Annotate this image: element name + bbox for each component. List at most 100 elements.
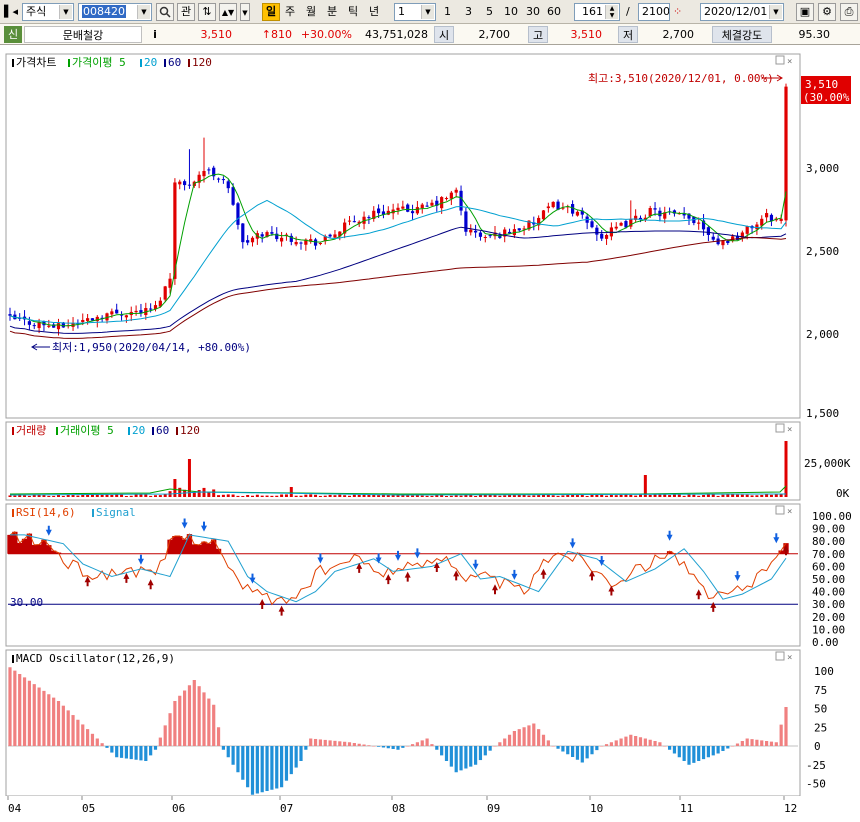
volume-bar — [682, 495, 686, 497]
rsi-ylabel: 60.00 — [812, 560, 845, 573]
volume-bar — [629, 494, 633, 497]
candle-body — [449, 192, 453, 199]
chevron-down-icon[interactable]: ▼ — [769, 5, 782, 19]
candle-body — [178, 181, 182, 185]
candle-body — [697, 222, 701, 224]
stock-chart[interactable]: × × × × 가격차트 가격이평 5 20 60 120 거래량 거래이평 5 20 60 1… — [0, 46, 860, 819]
macd-ylabel: 25 — [814, 721, 827, 734]
macd-bar — [333, 740, 337, 746]
period-tick[interactable]: 틱 — [348, 3, 358, 21]
close-icon[interactable]: × — [787, 425, 792, 435]
candle-body — [236, 203, 240, 225]
period-month[interactable]: 월 — [306, 3, 316, 21]
window-button[interactable]: ▣ — [796, 3, 814, 21]
info-button[interactable]: i — [146, 26, 164, 43]
candle-body — [430, 202, 434, 206]
chevron-down-icon[interactable]: ▼ — [59, 5, 72, 19]
stock-code-input[interactable]: 008420 ▼ — [78, 3, 152, 21]
candle-body — [352, 221, 356, 223]
grid-dots-icon[interactable]: ⁘ — [673, 3, 682, 21]
chevron-down-icon[interactable]: ▼ — [421, 5, 434, 19]
macd-bar — [347, 742, 352, 746]
stepper-arrows-icon[interactable]: ▲ ▼ — [605, 5, 618, 19]
close-icon[interactable]: × — [787, 653, 792, 663]
multiplier-select[interactable]: 1 ▼ — [394, 3, 436, 21]
volume-bar — [372, 494, 376, 497]
high-label: 고 — [528, 26, 548, 43]
interest-button[interactable]: 관 — [177, 3, 195, 21]
macd-bar — [765, 741, 769, 746]
macd-bar — [178, 695, 182, 746]
period-day-button[interactable]: 일 — [262, 3, 280, 21]
price-panel[interactable] — [5, 53, 801, 419]
candle-body — [415, 207, 419, 214]
date-select[interactable]: 2020/12/01 ▼ — [700, 3, 784, 21]
volume-panel[interactable] — [5, 421, 801, 501]
macd-bar — [42, 690, 46, 746]
volume-bar — [178, 487, 182, 497]
candle-body — [420, 204, 424, 209]
macd-bar — [144, 746, 148, 761]
rsi-panel[interactable] — [5, 503, 801, 647]
stepper-button[interactable]: ▲▼ — [219, 3, 237, 21]
quick-10[interactable]: 10 — [504, 3, 518, 21]
macd-bar — [173, 701, 177, 746]
macd-panel[interactable] — [5, 649, 801, 797]
count-stepper[interactable]: 161 ▲ ▼ — [574, 3, 620, 21]
market-select[interactable]: 주식 ▼ — [22, 3, 74, 21]
candle-body — [115, 309, 119, 314]
macd-bar — [469, 746, 473, 767]
quick-3[interactable]: 3 — [465, 3, 472, 21]
quick-1[interactable]: 1 — [444, 3, 451, 21]
period-year[interactable]: 년 — [369, 3, 379, 21]
volume-bar — [217, 495, 221, 497]
maximize-icon[interactable] — [775, 423, 785, 433]
search-button[interactable] — [156, 3, 174, 21]
close-icon[interactable]: × — [787, 507, 792, 517]
period-minute[interactable]: 분 — [327, 3, 337, 21]
legend-marker — [92, 509, 94, 517]
quick-5[interactable]: 5 — [486, 3, 493, 21]
print-button[interactable]: ⎙ — [840, 3, 858, 21]
legend-label: 가격이평 5 — [72, 56, 126, 69]
macd-bar — [124, 746, 128, 759]
rsi-ylabel: 0.00 — [812, 636, 839, 649]
candle-body — [488, 235, 492, 237]
macd-bar — [556, 746, 560, 749]
panel-toggle-icon[interactable]: ▌◂ — [4, 3, 18, 21]
volume-bar — [289, 487, 293, 497]
maximize-icon[interactable] — [775, 505, 785, 515]
total-input[interactable]: 2100 — [638, 3, 670, 21]
period-week[interactable]: 주 — [285, 3, 295, 21]
volume-ylabel: 0K — [836, 487, 850, 500]
candle-body — [410, 211, 415, 214]
x-axis: 04 05 06 07 08 09 10 11 12 — [0, 796, 860, 819]
macd-bar — [449, 746, 453, 767]
volume-bar — [575, 495, 579, 497]
volume-bar — [784, 441, 788, 497]
quick-30[interactable]: 30 — [526, 3, 540, 21]
macd-bar — [318, 739, 322, 746]
macd-bar — [454, 746, 458, 773]
quick-60[interactable]: 60 — [547, 3, 561, 21]
chevron-down-icon[interactable]: ▼ — [137, 5, 150, 19]
link-button[interactable]: ⇅ — [198, 3, 216, 21]
maximize-icon[interactable] — [775, 651, 785, 661]
macd-bar — [687, 746, 691, 765]
volume-bar — [226, 494, 230, 497]
settings-button[interactable]: ⚙ — [818, 3, 836, 21]
candle-body — [318, 243, 322, 245]
candle-body — [226, 181, 230, 189]
macd-bar — [37, 687, 41, 746]
maximize-icon[interactable] — [775, 55, 785, 65]
low-price: 2,700 — [662, 28, 695, 41]
scroll-button[interactable]: ▼ — [240, 3, 250, 21]
macd-bar — [590, 746, 594, 755]
volume-bar — [134, 494, 138, 497]
macd-bar — [609, 742, 613, 746]
candle-body — [294, 241, 298, 245]
chart-area[interactable]: × × × × 가격차트 가격이평 5 20 60 120 거래량 거래이평 5 20 60 1… — [0, 46, 860, 819]
close-icon[interactable]: × — [787, 57, 792, 67]
legend-marker — [12, 509, 14, 517]
macd-bar — [561, 746, 565, 752]
